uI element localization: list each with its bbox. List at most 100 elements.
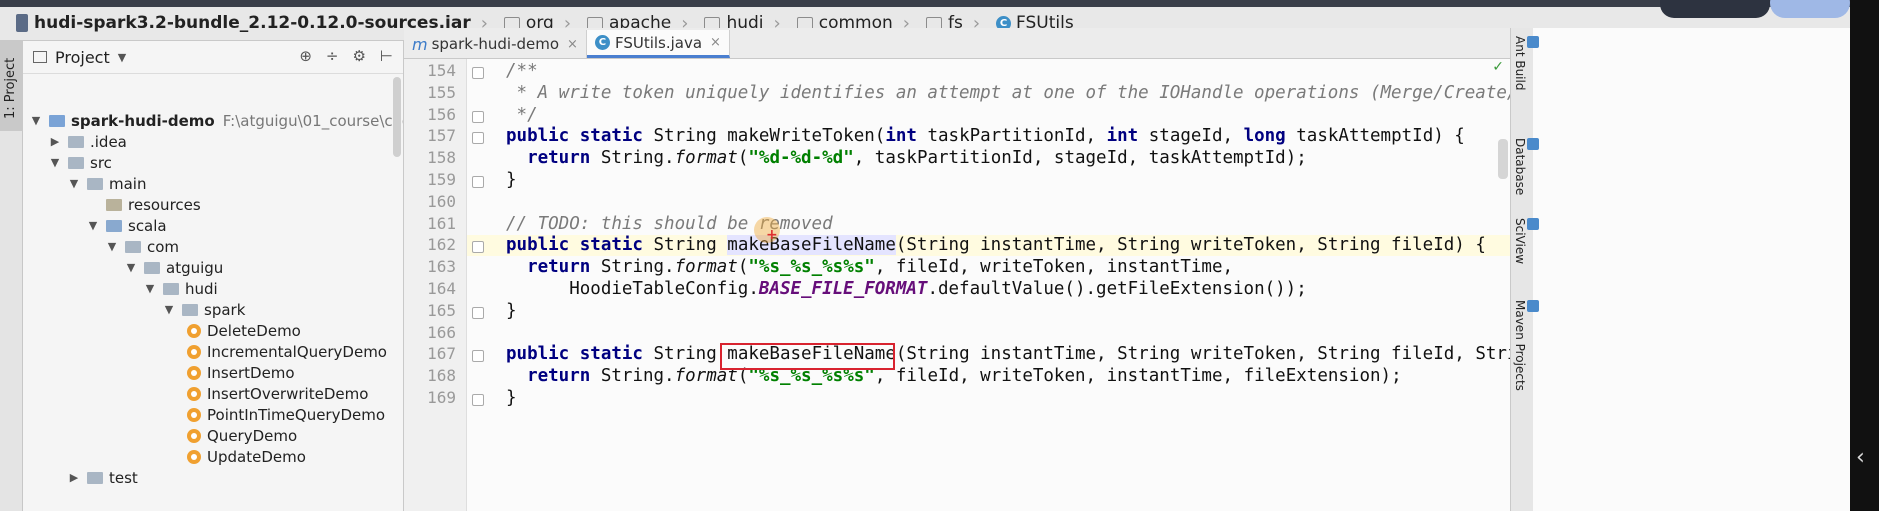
tree-node[interactable]: IncrementalQueryDemo (181, 341, 387, 362)
tree-node[interactable]: ▼ hudi (143, 278, 218, 299)
code-token: public static (506, 126, 654, 147)
tree-node[interactable]: ▶ .idea (48, 131, 127, 152)
fold-marker-icon[interactable] (472, 176, 484, 188)
right-tool-maven[interactable]: Maven Projects (1513, 300, 1539, 391)
code-line[interactable]: } (506, 170, 517, 190)
database-icon (1527, 138, 1539, 150)
chevron-down-icon[interactable]: ▼ (143, 282, 157, 295)
scala-object-icon (187, 407, 201, 422)
code-line[interactable]: // TODO: this should be removed (506, 214, 833, 234)
close-icon[interactable]: × (567, 37, 578, 52)
code-token: String. (600, 366, 675, 387)
folder-icon (144, 261, 160, 274)
code-line[interactable]: HoodieTableConfig.BASE_FILE_FORMAT.defau… (506, 279, 1307, 299)
tree-node[interactable]: ▼ spark (162, 299, 246, 320)
folder-icon (68, 135, 84, 148)
chevron-down-icon[interactable]: ▼ (86, 219, 100, 232)
project-panel-header: Project ▼ ⊕ ÷ ⚙ ⊢ (23, 41, 403, 74)
fold-marker-icon[interactable] (472, 132, 484, 145)
source-folder-icon (106, 219, 122, 232)
project-scrollbar[interactable] (393, 77, 401, 157)
code-line[interactable]: /** (506, 61, 538, 81)
editor-tab[interactable]: m spark-hudi-demo × (404, 30, 587, 58)
tree-node[interactable]: ▼ com (105, 236, 179, 257)
code-line[interactable]: public static String makeBaseFileName(St… (506, 344, 1510, 364)
tree-node[interactable]: UpdateDemo (181, 446, 306, 467)
scala-object-icon (187, 323, 201, 338)
code-line[interactable]: } (506, 388, 517, 408)
tree-node[interactable]: PointInTimeQueryDemo (181, 404, 385, 425)
code-line[interactable]: */ (506, 105, 538, 125)
code-editor[interactable]: 154 155 156 157 158 159 160 161 162 163 164 165 166 1… (404, 59, 1510, 511)
editor-tabs: m spark-hudi-demo × C FSUtils.java × (404, 28, 1510, 59)
tree-node[interactable]: DeleteDemo (181, 320, 301, 341)
chevron-right-icon[interactable]: ▶ (67, 471, 81, 484)
right-tool-sciview[interactable]: SciView (1513, 218, 1539, 264)
code-line[interactable]: * A write token uniquely identifies an a… (506, 83, 1510, 103)
close-icon[interactable]: × (710, 35, 721, 50)
tree-node[interactable]: ▼ src (48, 152, 112, 173)
right-tool-ant[interactable]: Ant Build (1513, 36, 1539, 90)
code-line[interactable]: return String.format("%s_%s_%s%s", fileI… (506, 366, 1402, 386)
right-tool-label: Ant Build (1513, 36, 1527, 91)
tree-node[interactable]: ▼ scala (86, 215, 167, 236)
fold-marker-icon[interactable] (472, 306, 484, 319)
code-line[interactable]: return String.format("%d-%d-%d", taskPar… (506, 148, 1307, 168)
chevron-down-icon[interactable]: ▼ (105, 240, 119, 253)
tree-node[interactable]: InsertOverwriteDemo (181, 383, 368, 404)
right-tool-label: Maven Projects (1513, 300, 1527, 391)
code-token: .defaultValue().getFileExtension()); (927, 279, 1307, 299)
fold-marker-icon[interactable] (472, 350, 484, 363)
tree-node-label: spark (204, 300, 246, 319)
chevron-right-icon[interactable]: ▶ (48, 135, 62, 148)
code-token: int (1106, 126, 1149, 147)
tree-node[interactable]: ▼ main (67, 173, 147, 194)
chevron-down-icon[interactable]: ▼ (162, 303, 176, 316)
tree-node-label: InsertOverwriteDemo (207, 384, 369, 403)
chevron-down-icon[interactable]: ▼ (118, 51, 126, 64)
right-tool-label: SciView (1513, 218, 1527, 265)
target-icon[interactable]: ⊕ (299, 47, 312, 65)
code-line[interactable]: public static String makeWriteToken(int … (506, 126, 1465, 146)
fold-marker-icon[interactable] (472, 394, 484, 406)
editor-tab[interactable]: C FSUtils.java × (586, 30, 730, 58)
overlay-badge (1660, 0, 1770, 18)
line-number: 154 (427, 61, 456, 80)
right-tool-stripe: Ant Build Database SciView Maven Projects (1510, 28, 1539, 511)
editor-scrollbar[interactable] (1498, 139, 1508, 179)
fold-marker-icon[interactable] (472, 110, 484, 123)
line-number: 158 (427, 148, 456, 168)
project-panel-title[interactable]: Project (55, 48, 110, 67)
line-number: 166 (427, 322, 456, 342)
scala-object-icon (187, 386, 201, 401)
scala-object-icon (187, 344, 201, 359)
right-tool-database[interactable]: Database (1513, 138, 1539, 195)
code-line[interactable]: } (506, 301, 517, 321)
maven-module-icon: m (412, 34, 428, 54)
code-line[interactable]: return String.format("%s_%s_%s%s", fileI… (506, 257, 1233, 277)
code-line[interactable]: public static String makeBaseFileName(St… (506, 235, 1486, 256)
tree-node[interactable]: resources (86, 194, 201, 215)
tree-node[interactable]: ▼ atguigu (124, 257, 224, 278)
tree-node-label: main (109, 174, 147, 193)
fold-marker-icon[interactable] (472, 241, 484, 254)
chevron-down-icon[interactable]: ▼ (67, 177, 81, 190)
tree-node-label: .idea (90, 132, 127, 151)
tree-node[interactable]: QueryDemo (181, 425, 297, 446)
collapse-icon[interactable]: ÷ (326, 47, 339, 65)
gear-icon[interactable]: ⚙ (352, 47, 365, 65)
chevron-down-icon[interactable]: ▼ (48, 156, 62, 169)
left-tool-stripe: 1: Project (0, 41, 39, 511)
chevron-left-icon[interactable]: ‹ (1856, 445, 1865, 470)
chevron-down-icon[interactable]: ▼ (124, 261, 138, 274)
tree-node[interactable]: ▶ test (67, 467, 138, 488)
code-token: format (674, 148, 738, 169)
hide-icon[interactable]: ⊢ (380, 47, 393, 65)
fold-marker-icon[interactable] (472, 67, 484, 79)
tree-node[interactable]: ▼ spark-hudi-demo F:\atguigu\01_course\cod… (29, 110, 403, 131)
inspection-ok-icon: ✓ (1492, 59, 1504, 75)
chevron-down-icon[interactable]: ▼ (29, 114, 43, 127)
tree-node[interactable]: InsertDemo (181, 362, 295, 383)
code-token: format (674, 257, 738, 278)
